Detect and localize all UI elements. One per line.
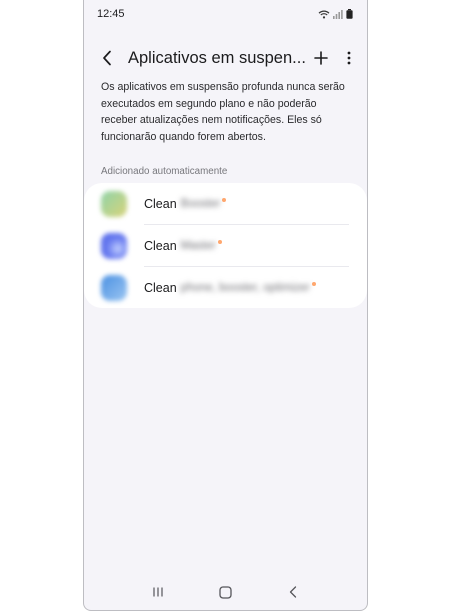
description-text: Os aplicativos em suspensão profunda nun… [101, 81, 345, 143]
wifi-icon [318, 10, 330, 18]
back-arrow-icon [103, 50, 111, 66]
status-time: 12:45 [97, 8, 125, 20]
home-button[interactable] [213, 580, 237, 604]
back-icon [289, 586, 297, 598]
app-icon [101, 232, 127, 259]
battery-icon [346, 9, 353, 19]
apps-list-card: Clean Booster Clean Master Clean phone, … [84, 183, 367, 308]
home-icon [219, 585, 232, 599]
more-options-button[interactable] [341, 49, 357, 67]
more-vert-icon [347, 51, 351, 65]
phone-screen: 12:45 Aplicativos em suspen... Os aplica… [83, 0, 368, 611]
app-label-blurred: Master [180, 239, 216, 252]
status-icons [318, 9, 353, 19]
app-label: Clean [144, 238, 177, 253]
list-item-clean-phone[interactable]: Clean phone, booster, optimizer [84, 267, 367, 308]
app-icon [101, 190, 127, 217]
new-badge-icon [217, 239, 222, 244]
app-label-blurred: phone, booster, optimizer [180, 281, 310, 294]
app-bar: Aplicativos em suspen... [84, 40, 367, 76]
page-title: Aplicativos em suspen... [128, 48, 306, 67]
signal-icon [333, 9, 343, 19]
list-item-clean-master[interactable]: Clean Master [84, 225, 367, 266]
navigation-bar [84, 574, 367, 610]
add-button[interactable] [313, 49, 329, 67]
new-badge-icon [311, 281, 316, 286]
app-label-blurred: Booster [180, 197, 221, 210]
recents-button[interactable] [146, 580, 170, 604]
plus-icon [314, 51, 328, 65]
app-icon [101, 274, 127, 301]
app-label: Clean [144, 280, 177, 295]
app-label: Clean [144, 196, 177, 211]
section-header: Adicionado automaticamente [101, 166, 228, 177]
nav-back-button[interactable] [281, 580, 305, 604]
recents-icon [153, 587, 163, 597]
status-bar: 12:45 [84, 0, 367, 28]
back-button[interactable] [98, 49, 116, 67]
new-badge-icon [222, 197, 227, 202]
list-item-clean-booster[interactable]: Clean Booster [84, 183, 367, 224]
